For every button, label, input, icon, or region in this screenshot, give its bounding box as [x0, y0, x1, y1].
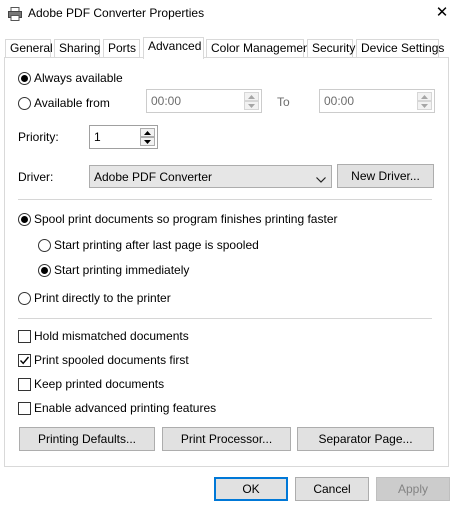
priority-value: 1: [94, 130, 101, 144]
spool-label[interactable]: Spool print documents so program finishe…: [34, 212, 338, 226]
print-spooled-first-label[interactable]: Print spooled documents first: [34, 353, 189, 367]
separator-page-button[interactable]: Separator Page...: [297, 427, 434, 451]
ok-button[interactable]: OK: [214, 477, 288, 501]
apply-button[interactable]: Apply: [376, 477, 450, 501]
separator: [18, 199, 432, 200]
chevron-down-icon: [316, 172, 326, 186]
start-immediately-radio[interactable]: [38, 264, 51, 277]
from-time-up-icon[interactable]: [244, 92, 259, 101]
cancel-button[interactable]: Cancel: [295, 477, 369, 501]
to-label: To: [277, 95, 290, 109]
checkmark-icon: [19, 356, 30, 365]
tab-strip: General Sharing Ports Advanced Color Man…: [0, 37, 454, 59]
tab-ports[interactable]: Ports: [103, 39, 140, 58]
priority-stepper[interactable]: 1: [89, 125, 158, 149]
priority-down-icon[interactable]: [140, 137, 155, 146]
printing-defaults-button[interactable]: Printing Defaults...: [19, 427, 155, 451]
from-time-value: 00:00: [151, 94, 182, 108]
printer-icon: [8, 7, 22, 21]
tab-sharing[interactable]: Sharing: [54, 39, 100, 58]
priority-up-icon[interactable]: [140, 128, 155, 137]
driver-label: Driver:: [18, 170, 54, 184]
window-title: Adobe PDF Converter Properties: [28, 6, 205, 20]
tab-advanced[interactable]: Advanced: [143, 37, 204, 59]
tab-device-settings[interactable]: Device Settings: [356, 39, 444, 58]
advanced-features-label[interactable]: Enable advanced printing features: [34, 401, 216, 415]
print-spooled-first-checkbox[interactable]: [18, 354, 31, 367]
to-time-field[interactable]: 00:00: [319, 89, 435, 113]
tab-color-management[interactable]: Color Management: [206, 39, 313, 58]
hold-mismatched-label[interactable]: Hold mismatched documents: [34, 329, 189, 343]
tab-security[interactable]: Security: [307, 39, 355, 58]
start-after-last-page-label[interactable]: Start printing after last page is spoole…: [54, 238, 259, 252]
to-time-value: 00:00: [324, 94, 355, 108]
available-from-radio[interactable]: [18, 97, 31, 110]
available-from-label[interactable]: Available from: [34, 96, 110, 110]
always-available-label[interactable]: Always available: [34, 71, 123, 85]
hold-mismatched-checkbox[interactable]: [18, 330, 31, 343]
always-available-radio[interactable]: [18, 72, 31, 85]
to-time-down-icon[interactable]: [417, 101, 432, 110]
tab-general[interactable]: General: [5, 39, 53, 58]
driver-select[interactable]: Adobe PDF Converter: [89, 165, 332, 188]
print-direct-label[interactable]: Print directly to the printer: [34, 291, 171, 305]
keep-printed-checkbox[interactable]: [18, 378, 31, 391]
print-direct-radio[interactable]: [18, 292, 31, 305]
spool-radio[interactable]: [18, 213, 31, 226]
from-time-field[interactable]: 00:00: [146, 89, 262, 113]
close-icon[interactable]: ✕: [432, 3, 452, 23]
new-driver-button[interactable]: New Driver...: [337, 164, 434, 188]
start-after-last-page-radio[interactable]: [38, 239, 51, 252]
priority-label: Priority:: [18, 130, 59, 144]
separator: [18, 318, 432, 319]
from-time-down-icon[interactable]: [244, 101, 259, 110]
keep-printed-label[interactable]: Keep printed documents: [34, 377, 164, 391]
driver-selected-value: Adobe PDF Converter: [94, 170, 213, 184]
start-immediately-label[interactable]: Start printing immediately: [54, 263, 189, 277]
advanced-features-checkbox[interactable]: [18, 402, 31, 415]
print-processor-button[interactable]: Print Processor...: [162, 427, 291, 451]
to-time-up-icon[interactable]: [417, 92, 432, 101]
